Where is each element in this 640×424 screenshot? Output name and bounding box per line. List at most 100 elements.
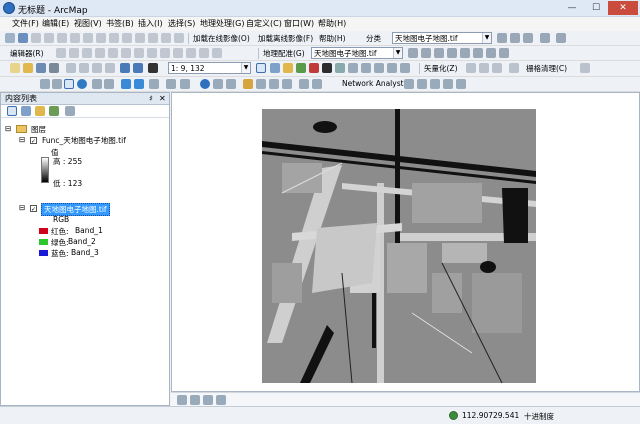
tool-icon[interactable]: [57, 33, 67, 43]
data-view-icon[interactable]: [177, 395, 187, 405]
vectorization-menu[interactable]: 矢量化(Z): [424, 63, 458, 74]
tool-icon[interactable]: [174, 33, 184, 43]
undo-icon[interactable]: [120, 63, 130, 73]
pin-icon[interactable]: ♯: [149, 93, 153, 105]
tool-icon[interactable]: [135, 33, 145, 43]
menu-customize[interactable]: 自定义(C): [244, 18, 284, 29]
network-analyst-menu[interactable]: Network Analyst: [342, 79, 404, 88]
collapse-icon[interactable]: ⊟: [5, 124, 11, 133]
menu-select[interactable]: 选择(S): [166, 18, 197, 29]
edit-tool-icon[interactable]: [95, 48, 105, 58]
edit-tool-icon[interactable]: [69, 48, 79, 58]
tool-icon[interactable]: [510, 33, 520, 43]
tool-icon[interactable]: [31, 33, 41, 43]
pan-icon[interactable]: [64, 79, 74, 89]
vector-tool-icon[interactable]: [492, 63, 502, 73]
copy-icon[interactable]: [79, 63, 89, 73]
list-by-drawing-order-icon[interactable]: [7, 106, 17, 116]
open-folder-icon[interactable]: [23, 63, 33, 73]
python-icon[interactable]: [322, 63, 332, 73]
paste-icon[interactable]: [92, 63, 102, 73]
fixed-zoom-out-icon[interactable]: [104, 79, 114, 89]
tool-icon[interactable]: [556, 33, 566, 43]
vector-tool-icon[interactable]: [466, 63, 476, 73]
save-icon[interactable]: [36, 63, 46, 73]
list-by-selection-icon[interactable]: [49, 106, 59, 116]
find-icon[interactable]: [213, 79, 223, 89]
collapse-icon[interactable]: ⊟: [19, 135, 25, 144]
georef-tool-icon[interactable]: [434, 48, 444, 58]
vector-tool-icon[interactable]: [479, 63, 489, 73]
tool-icon[interactable]: [361, 63, 371, 73]
cut-icon[interactable]: [66, 63, 76, 73]
add-data-icon[interactable]: [148, 63, 158, 73]
editor-menu[interactable]: 编辑器(R): [10, 48, 44, 59]
network-tool-icon[interactable]: [456, 79, 466, 89]
edit-tool-icon[interactable]: [82, 48, 92, 58]
help-icon[interactable]: [348, 63, 358, 73]
menu-help[interactable]: 帮助(H): [316, 18, 348, 29]
layer-name-tianditu[interactable]: 天地图电子地图.tif: [41, 203, 110, 216]
edit-tool-icon[interactable]: [121, 48, 131, 58]
map-scale-select[interactable]: 1: 9, 132 ▼: [168, 62, 251, 74]
tool-icon[interactable]: [83, 33, 93, 43]
tool-icon[interactable]: [122, 33, 132, 43]
tool-icon[interactable]: [299, 79, 309, 89]
list-by-source-icon[interactable]: [21, 106, 31, 116]
classify-menu[interactable]: 分类: [366, 33, 381, 44]
full-extent-icon[interactable]: [77, 79, 87, 89]
georef-tool-icon[interactable]: [486, 48, 496, 58]
zoom-out-icon[interactable]: [52, 79, 62, 89]
go-back-icon[interactable]: [121, 79, 131, 89]
new-document-icon[interactable]: [10, 63, 20, 73]
edit-tool-icon[interactable]: [134, 48, 144, 58]
minimize-button[interactable]: —: [560, 1, 584, 15]
classify-layer-select[interactable]: 天地图电子地图.tif ▼: [392, 32, 492, 44]
edit-tool-icon[interactable]: [173, 48, 183, 58]
pause-drawing-icon[interactable]: [216, 395, 226, 405]
tool-icon[interactable]: [70, 33, 80, 43]
editor-toolbar-toggle-icon[interactable]: [256, 63, 266, 73]
tool-icon[interactable]: [400, 63, 410, 73]
maximize-button[interactable]: ☐: [584, 1, 608, 15]
hyperlink-icon[interactable]: [256, 79, 266, 89]
close-button[interactable]: ✕: [608, 1, 638, 15]
redo-icon[interactable]: [133, 63, 143, 73]
fixed-zoom-in-icon[interactable]: [92, 79, 102, 89]
tool-icon[interactable]: [161, 33, 171, 43]
tool-icon[interactable]: [387, 63, 397, 73]
layer-name-func[interactable]: Func_天地图电子地图.tif: [42, 135, 126, 146]
toolbar-help-menu[interactable]: 帮助(H): [319, 33, 346, 44]
load-offline-imagery-menu[interactable]: 加载离线影像(F): [258, 33, 313, 44]
raster-cleanup-menu[interactable]: 栅格清理(C): [526, 63, 567, 74]
menu-edit[interactable]: 编辑(E): [40, 18, 71, 29]
georef-tool-icon[interactable]: [473, 48, 483, 58]
catalog-icon[interactable]: [283, 63, 293, 73]
tool-icon[interactable]: [374, 63, 384, 73]
edit-tool-icon[interactable]: [56, 48, 66, 58]
find-route-icon[interactable]: [226, 79, 236, 89]
network-tool-icon[interactable]: [443, 79, 453, 89]
tool-icon[interactable]: [312, 79, 322, 89]
go-forward-icon[interactable]: [134, 79, 144, 89]
search-window-icon[interactable]: [296, 63, 306, 73]
collapse-icon[interactable]: ⊟: [19, 203, 25, 212]
edit-tool-icon[interactable]: [160, 48, 170, 58]
measure-icon[interactable]: [243, 79, 253, 89]
georef-tool-icon[interactable]: [447, 48, 457, 58]
tool-icon[interactable]: [96, 33, 106, 43]
list-by-visibility-icon[interactable]: [35, 106, 45, 116]
close-panel-icon[interactable]: ✕: [159, 93, 166, 105]
menu-view[interactable]: 视图(V): [72, 18, 104, 29]
info-icon[interactable]: [200, 79, 210, 89]
time-slider-icon[interactable]: [282, 79, 292, 89]
georef-tool-icon[interactable]: [421, 48, 431, 58]
georeferencing-menu[interactable]: 地理配准(G): [263, 48, 305, 59]
modelbuilder-icon[interactable]: [335, 63, 345, 73]
georef-tool-icon[interactable]: [460, 48, 470, 58]
refresh-icon[interactable]: [203, 395, 213, 405]
load-online-imagery-menu[interactable]: 加载在线影像(O): [193, 33, 250, 44]
menu-insert[interactable]: 插入(I): [136, 18, 165, 29]
edit-tool-icon[interactable]: [212, 48, 222, 58]
edit-tool-icon[interactable]: [147, 48, 157, 58]
